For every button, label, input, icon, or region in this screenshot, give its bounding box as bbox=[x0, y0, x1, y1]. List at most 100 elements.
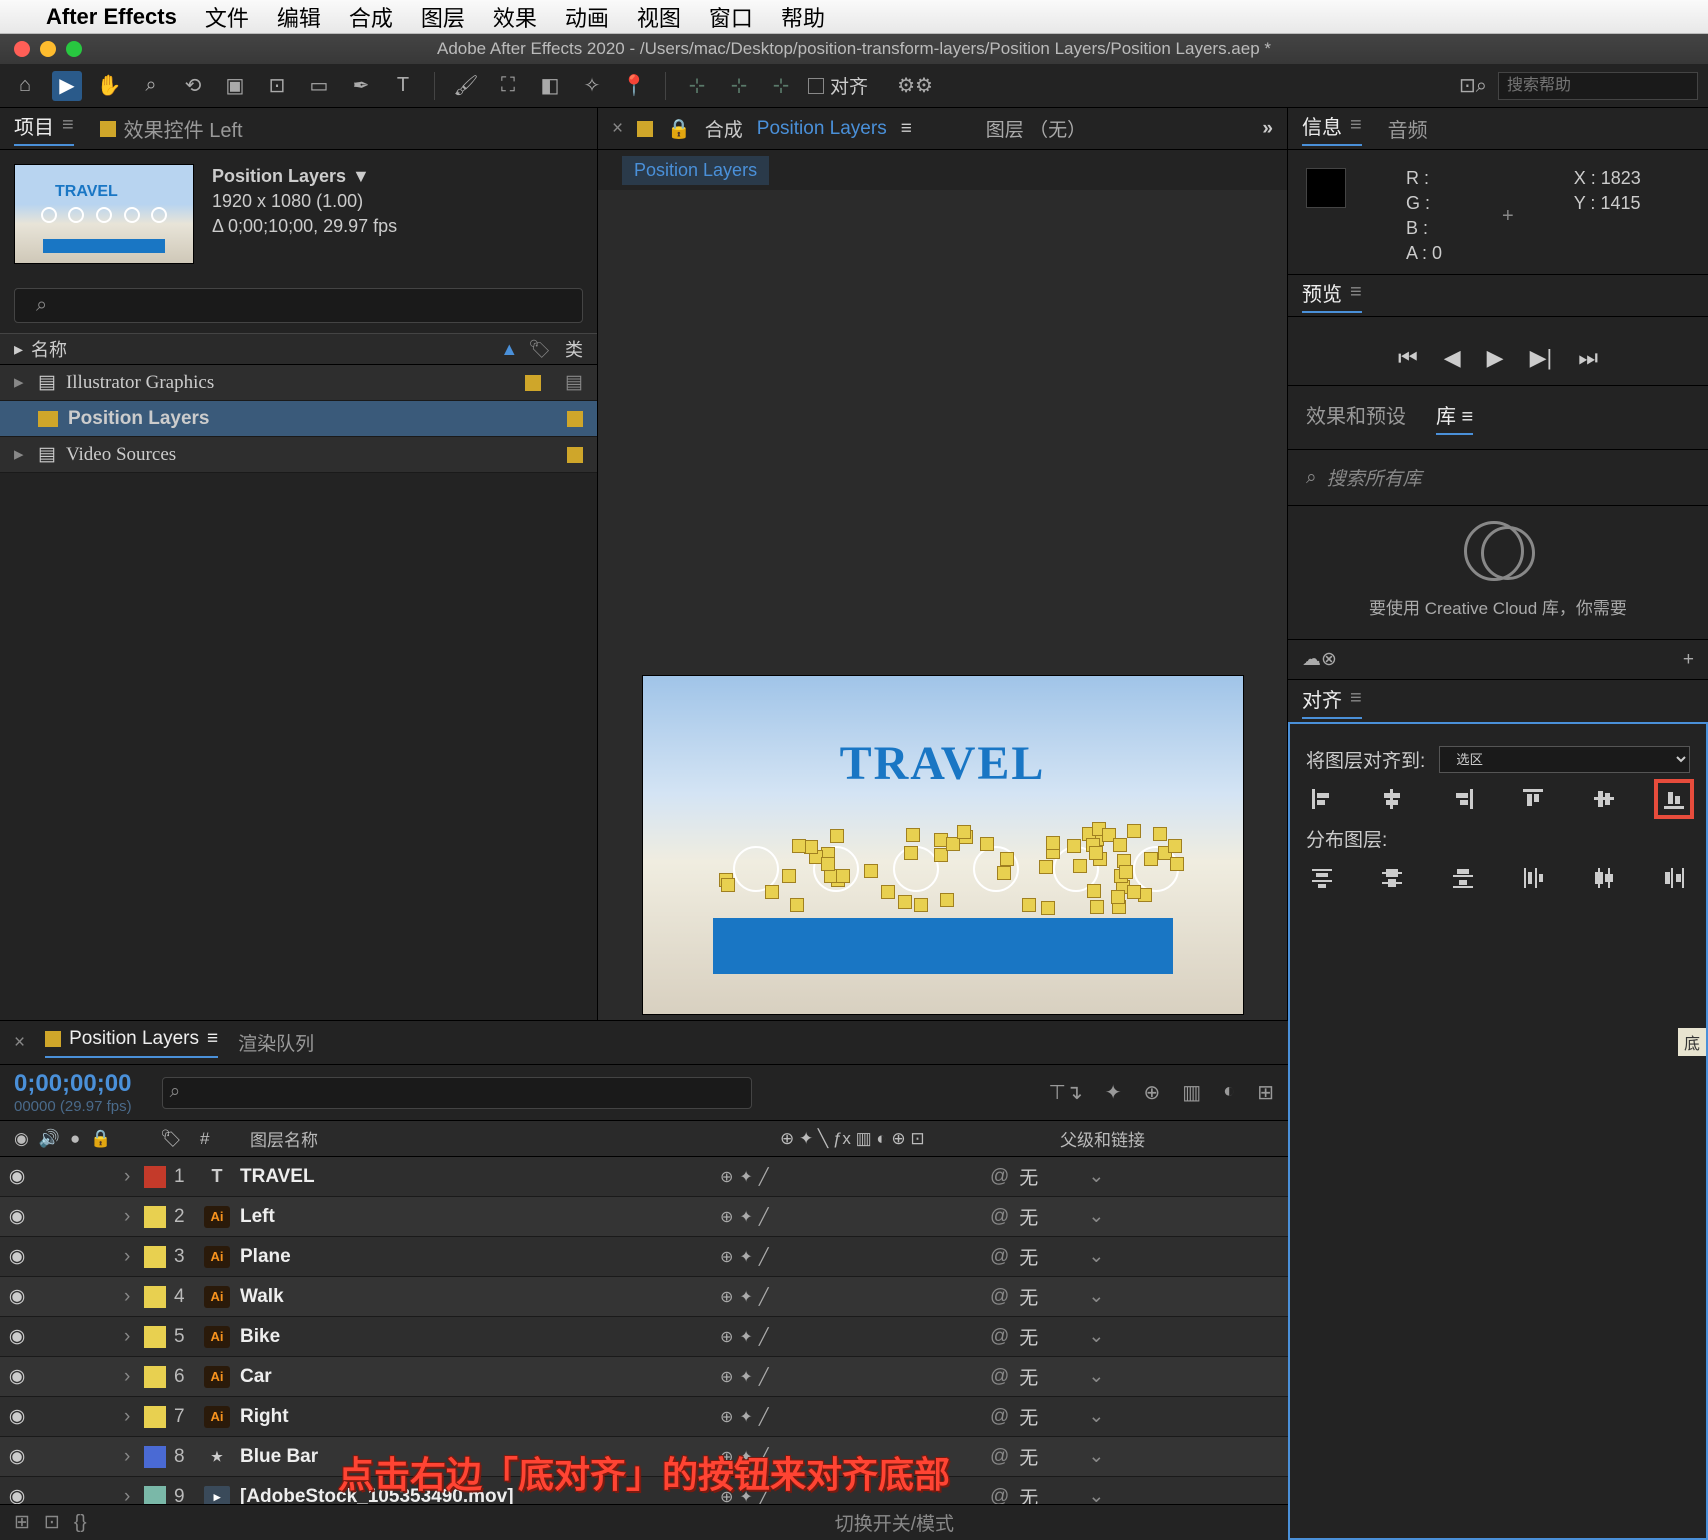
selection-handle[interactable] bbox=[1127, 824, 1141, 838]
selection-handle[interactable] bbox=[830, 829, 844, 843]
distribute-right-icon[interactable] bbox=[1658, 862, 1690, 894]
parent-dropdown[interactable]: 无 bbox=[1019, 1323, 1038, 1350]
tab-align[interactable]: 对齐 ≡ bbox=[1302, 684, 1362, 719]
selection-handle[interactable] bbox=[1073, 859, 1087, 873]
selection-handle[interactable] bbox=[1127, 885, 1141, 899]
comp-thumbnail[interactable]: TRAVEL bbox=[14, 164, 194, 264]
distribute-hcenter-icon[interactable] bbox=[1588, 862, 1620, 894]
pan-behind-tool-icon[interactable]: ⊡ bbox=[262, 71, 292, 101]
selection-handle[interactable] bbox=[997, 866, 1011, 880]
selection-handle[interactable] bbox=[1153, 827, 1167, 841]
menu-help[interactable]: 帮助 bbox=[781, 1, 825, 33]
comp-tab-name[interactable]: Position Layers bbox=[757, 118, 887, 140]
layer-name[interactable]: Car bbox=[240, 1366, 720, 1388]
blue-bar-layer[interactable] bbox=[713, 918, 1173, 974]
expand-icon[interactable]: › bbox=[124, 1326, 144, 1348]
tag-column-icon[interactable]: 🏷 bbox=[528, 339, 551, 360]
tab-libraries[interactable]: 库 ≡ bbox=[1436, 400, 1473, 435]
name-column[interactable]: 名称 bbox=[31, 336, 67, 362]
parent-dropdown[interactable]: 无 bbox=[1019, 1403, 1038, 1430]
layer-switches[interactable]: ⊕✦╱ bbox=[720, 1167, 990, 1187]
eraser-tool-icon[interactable]: ◧ bbox=[535, 71, 565, 101]
label-swatch[interactable] bbox=[144, 1406, 166, 1428]
layer-switches[interactable]: ⊕✦╱ bbox=[720, 1207, 990, 1227]
layer-name[interactable]: Left bbox=[240, 1206, 720, 1228]
app-name[interactable]: After Effects bbox=[46, 4, 177, 30]
selection-handle[interactable] bbox=[836, 869, 850, 883]
selection-handle[interactable] bbox=[821, 857, 835, 871]
layer-switches[interactable]: ⊕✦╱ bbox=[720, 1247, 990, 1267]
align-right-icon[interactable] bbox=[1447, 783, 1479, 815]
parent-dropdown[interactable]: 无 bbox=[1019, 1243, 1038, 1270]
timeline-layer-row[interactable]: ◉›7AiRight⊕✦╱@无⌄ bbox=[0, 1397, 1288, 1437]
selection-handle[interactable] bbox=[1111, 890, 1125, 904]
selection-handle[interactable] bbox=[881, 885, 895, 899]
layer-switches[interactable]: ⊕✦╱ bbox=[720, 1367, 990, 1387]
window-minimize-button[interactable] bbox=[40, 41, 56, 57]
eye-column-icon[interactable]: ◉ bbox=[14, 1129, 29, 1149]
close-tab-icon[interactable]: × bbox=[612, 118, 623, 140]
layer-switches[interactable]: ⊕✦╱ bbox=[720, 1327, 990, 1347]
selection-handle[interactable] bbox=[790, 898, 804, 912]
search-help-input[interactable] bbox=[1498, 72, 1698, 100]
selection-handle[interactable] bbox=[898, 895, 912, 909]
type-column[interactable]: 类 bbox=[565, 336, 583, 362]
close-tab-icon[interactable]: × bbox=[14, 1032, 25, 1054]
project-item-folder[interactable]: ▸▤ Illustrator Graphics ▤ bbox=[0, 365, 597, 401]
frame-blend-icon[interactable]: ▥ bbox=[1182, 1080, 1201, 1105]
selection-handle[interactable] bbox=[864, 864, 878, 878]
switch-mode-label[interactable]: 切换开关/模式 bbox=[835, 1509, 954, 1536]
distribute-bottom-icon[interactable] bbox=[1447, 862, 1479, 894]
selection-handle[interactable] bbox=[1144, 852, 1158, 866]
library-search-placeholder[interactable]: 搜索所有库 bbox=[1327, 464, 1422, 491]
parent-dropdown[interactable]: 无 bbox=[1019, 1363, 1038, 1390]
add-icon[interactable]: + bbox=[1683, 649, 1694, 671]
toggle-in-out-icon[interactable]: {} bbox=[74, 1512, 87, 1534]
timeline-search-input[interactable] bbox=[162, 1077, 752, 1109]
visibility-icon[interactable]: ◉ bbox=[0, 1365, 34, 1388]
type-tool-icon[interactable]: T bbox=[388, 71, 418, 101]
visibility-icon[interactable]: ◉ bbox=[0, 1285, 34, 1308]
snap-checkbox[interactable]: 对齐 bbox=[808, 72, 868, 99]
next-frame-icon[interactable]: ▶| bbox=[1530, 345, 1553, 371]
parent-dropdown[interactable]: 无 bbox=[1019, 1163, 1038, 1190]
travel-text-layer[interactable]: TRAVEL bbox=[840, 736, 1046, 791]
chevron-down-icon[interactable]: ▸ bbox=[14, 339, 23, 360]
layer-switches[interactable]: ⊕✦╱ bbox=[720, 1287, 990, 1307]
align-bottom-icon[interactable] bbox=[1658, 783, 1690, 815]
selection-handle[interactable] bbox=[1039, 860, 1053, 874]
layer-switches[interactable]: ⊕✦╱ bbox=[720, 1407, 990, 1427]
visibility-icon[interactable]: ◉ bbox=[0, 1325, 34, 1348]
selection-handle[interactable] bbox=[1090, 900, 1104, 914]
cloud-icon[interactable]: ☁⊗ bbox=[1302, 648, 1337, 671]
pen-tool-icon[interactable]: ✒ bbox=[346, 71, 376, 101]
play-icon[interactable]: ▶ bbox=[1487, 345, 1504, 371]
more-tabs-icon[interactable]: » bbox=[1262, 118, 1273, 140]
project-item-folder[interactable]: ▸▤ Video Sources bbox=[0, 437, 597, 473]
label-swatch[interactable] bbox=[144, 1246, 166, 1268]
label-swatch[interactable] bbox=[144, 1166, 166, 1188]
expand-icon[interactable]: › bbox=[124, 1286, 144, 1308]
hand-tool-icon[interactable]: ✋ bbox=[94, 71, 124, 101]
selection-handle[interactable] bbox=[1113, 838, 1127, 852]
dropdown-icon[interactable]: ▼ bbox=[352, 164, 370, 189]
layer-name[interactable]: TRAVEL bbox=[240, 1166, 720, 1188]
menu-effect[interactable]: 效果 bbox=[493, 1, 537, 33]
selection-handle[interactable] bbox=[1170, 857, 1184, 871]
lock-icon[interactable]: 🔒 bbox=[667, 117, 691, 141]
solo-column-icon[interactable]: ● bbox=[70, 1129, 80, 1149]
toggle-switches-icon[interactable]: ⊞ bbox=[14, 1511, 30, 1534]
lock-column-icon[interactable]: 🔒 bbox=[90, 1129, 111, 1149]
clone-tool-icon[interactable]: ⛶ bbox=[493, 71, 523, 101]
brush-tool-icon[interactable]: 🖌 bbox=[451, 71, 481, 101]
selection-handle[interactable] bbox=[1022, 898, 1036, 912]
panel-menu-icon[interactable]: ≡ bbox=[901, 118, 912, 140]
menu-composition[interactable]: 合成 bbox=[349, 1, 393, 33]
axis-blue-icon[interactable]: ⊹ bbox=[682, 71, 712, 101]
selection-handle[interactable] bbox=[1000, 852, 1014, 866]
project-search-input[interactable] bbox=[14, 288, 583, 323]
axis-green-icon[interactable]: ⊹ bbox=[724, 71, 754, 101]
toggle-modes-icon[interactable]: ⊡ bbox=[44, 1511, 60, 1534]
draft3d-icon[interactable]: ✦ bbox=[1105, 1080, 1122, 1105]
timeline-layer-row[interactable]: ◉›2AiLeft⊕✦╱@无⌄ bbox=[0, 1197, 1288, 1237]
